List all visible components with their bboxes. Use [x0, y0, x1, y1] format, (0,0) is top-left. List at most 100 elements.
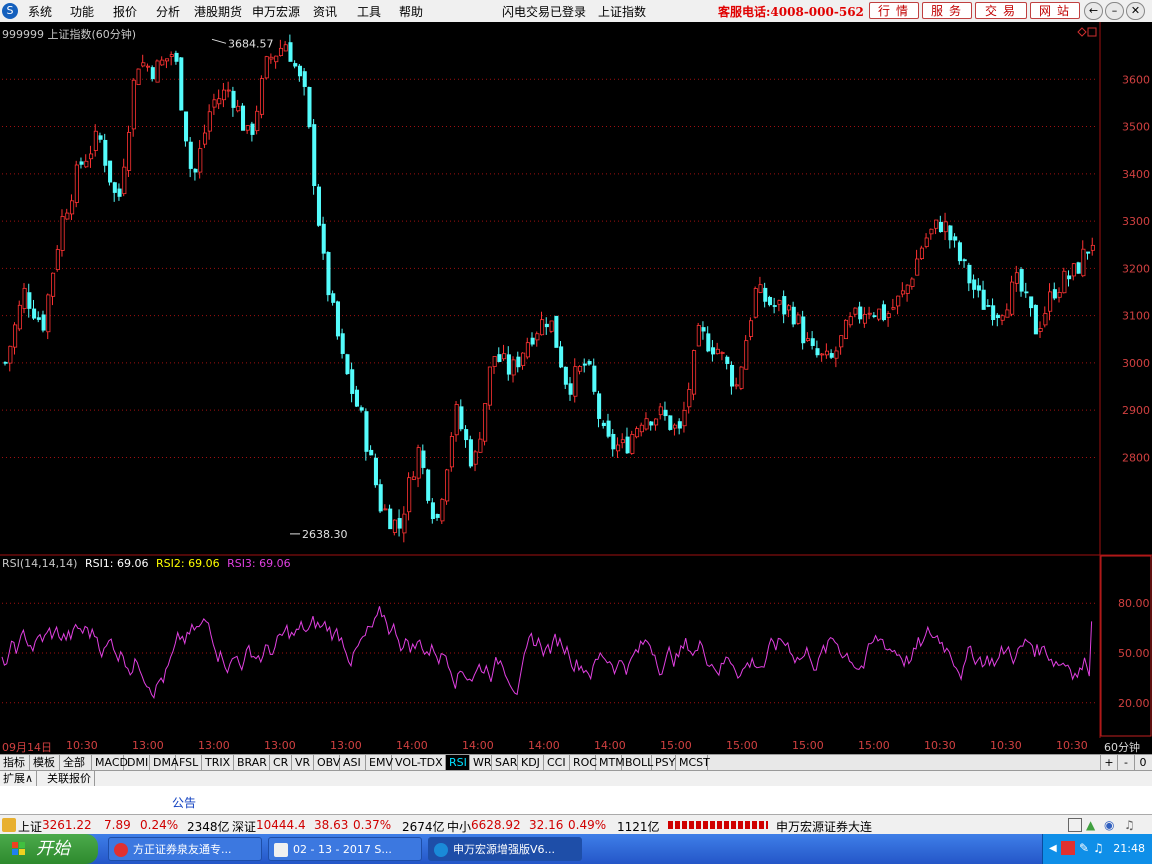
- tab-wr[interactable]: WR: [470, 755, 492, 770]
- notice-label[interactable]: 公告: [172, 794, 196, 811]
- tab-emv[interactable]: EMV: [366, 755, 393, 770]
- task-swhy[interactable]: 申万宏源增强版V6...: [428, 837, 582, 861]
- candle-body: [421, 450, 426, 468]
- tab-指标[interactable]: 指标: [0, 755, 30, 770]
- candle-body: [269, 56, 274, 60]
- candle-body: [525, 342, 530, 358]
- tray-flag-icon[interactable]: [1061, 841, 1075, 855]
- chart-area[interactable]: 3600 3500 3400 3300 3200 3100 3000 2900 2800 3684…: [0, 22, 1152, 738]
- minimize-icon[interactable]: –: [1105, 2, 1124, 20]
- back-icon[interactable]: ←: [1084, 2, 1103, 20]
- price-tick-label: 3000: [1122, 357, 1150, 370]
- tab-roc[interactable]: ROC: [570, 755, 597, 770]
- tab-asi[interactable]: ASI: [340, 755, 366, 770]
- sh-label: 上证: [18, 820, 43, 834]
- candle-body: [611, 433, 616, 450]
- tab-cr[interactable]: CR: [270, 755, 292, 770]
- menu-quote[interactable]: 报价: [113, 3, 137, 20]
- tab-control-2[interactable]: 0: [1134, 755, 1151, 770]
- period-selector[interactable]: 60分钟: [1104, 739, 1140, 755]
- candle-body: [1038, 328, 1043, 332]
- menu-tools[interactable]: 工具: [357, 3, 381, 20]
- tab-vol-tdx[interactable]: VOL-TDX: [392, 755, 446, 770]
- candle-body: [682, 409, 687, 427]
- status-lock-icon[interactable]: [2, 818, 16, 832]
- tab-control-1[interactable]: -: [1117, 755, 1134, 770]
- candle-body: [359, 407, 364, 411]
- tab-模板[interactable]: 模板: [30, 755, 60, 770]
- speaker-icon[interactable]: ♫: [1124, 818, 1135, 832]
- menu-hk-futures[interactable]: 港股期货: [194, 3, 242, 20]
- candle-body: [962, 259, 967, 262]
- candle-body: [312, 124, 317, 187]
- candle-body: [112, 182, 117, 193]
- candle-body: [103, 139, 108, 166]
- related-quote-tab[interactable]: 关联报价: [44, 771, 95, 786]
- tray-arrow-icon[interactable]: ◀: [1049, 843, 1057, 854]
- candle-body: [711, 347, 716, 355]
- signal-icon: ▲: [1086, 818, 1096, 832]
- candle-body: [259, 78, 265, 115]
- candle-body: [407, 477, 412, 513]
- candle-body: [506, 354, 511, 375]
- tab-fsl[interactable]: FSL: [176, 755, 202, 770]
- tab-obv[interactable]: OBV: [314, 755, 340, 770]
- market-button[interactable]: 行情: [869, 2, 919, 19]
- task-fangzheng[interactable]: 方正证券泉友通专...: [108, 837, 262, 861]
- trade-button[interactable]: 交易: [975, 2, 1027, 19]
- candle-body: [331, 293, 336, 303]
- menu-swhy[interactable]: 申万宏源: [252, 3, 300, 20]
- menu-news[interactable]: 资讯: [313, 3, 337, 20]
- tab-control-0[interactable]: +: [1100, 755, 1117, 770]
- tab-kdj[interactable]: KDJ: [518, 755, 544, 770]
- swhy-app-icon: [434, 843, 448, 857]
- player-app-icon: [274, 843, 288, 857]
- app-logo-icon[interactable]: S: [2, 3, 18, 19]
- candle-body: [805, 338, 811, 341]
- tab-dma[interactable]: DMA: [150, 755, 179, 770]
- tab-macd[interactable]: MACD: [92, 755, 128, 770]
- tab-dmi[interactable]: DMI: [124, 755, 150, 770]
- price-chart[interactable]: 3600 3500 3400 3300 3200 3100 3000 2900 2800 3684…: [0, 22, 1152, 738]
- candle-body: [587, 361, 592, 365]
- website-button[interactable]: 网站: [1030, 2, 1080, 19]
- service-button[interactable]: 服务: [922, 2, 972, 19]
- candle-body: [198, 148, 203, 173]
- tab-mtm[interactable]: MTM: [596, 755, 625, 770]
- candle-body: [1048, 291, 1053, 312]
- tab-trix[interactable]: TRIX: [202, 755, 234, 770]
- tab-cci[interactable]: CCI: [544, 755, 570, 770]
- candle-body: [402, 513, 407, 534]
- menu-function[interactable]: 功能: [70, 3, 94, 20]
- candle-body: [820, 353, 825, 356]
- candle-body: [278, 47, 284, 57]
- tab-全部[interactable]: 全部: [60, 755, 92, 770]
- close-icon[interactable]: ✕: [1126, 2, 1145, 20]
- tab-boll[interactable]: BOLL: [622, 755, 653, 770]
- time-tick: 15:00: [660, 739, 692, 752]
- menu-help[interactable]: 帮助: [399, 3, 423, 20]
- tray-volume-icon[interactable]: ♫: [1093, 841, 1104, 855]
- candle-body: [544, 323, 549, 328]
- tab-mcst[interactable]: MCST: [676, 755, 710, 770]
- tray-pen-icon[interactable]: ✎: [1079, 841, 1089, 855]
- tab-vr[interactable]: VR: [292, 755, 314, 770]
- tab-brar[interactable]: BRAR: [234, 755, 270, 770]
- candle-body: [706, 333, 711, 352]
- rsi-tick-label: 80.00: [1118, 597, 1150, 610]
- clock: 21:48: [1113, 842, 1145, 855]
- expand-tab[interactable]: 扩展∧: [0, 771, 38, 786]
- candle-body: [174, 52, 179, 62]
- task-video[interactable]: 02 - 13 - 2017 S...: [268, 837, 422, 861]
- start-button[interactable]: 开始: [0, 834, 98, 864]
- candle-body: [146, 65, 151, 68]
- tab-rsi[interactable]: RSI: [446, 755, 470, 770]
- menu-analysis[interactable]: 分析: [156, 3, 180, 20]
- time-axis: 09月14日 10:30 13:00 13:00 13:00 13:00 14:00 14:0…: [0, 738, 1152, 754]
- checkbox-icon[interactable]: [1068, 818, 1082, 832]
- tab-sar[interactable]: SAR: [492, 755, 518, 770]
- candle-body: [283, 44, 288, 52]
- menu-system[interactable]: 系统: [28, 3, 52, 20]
- candle-body: [616, 444, 621, 452]
- tab-psy[interactable]: PSY: [652, 755, 676, 770]
